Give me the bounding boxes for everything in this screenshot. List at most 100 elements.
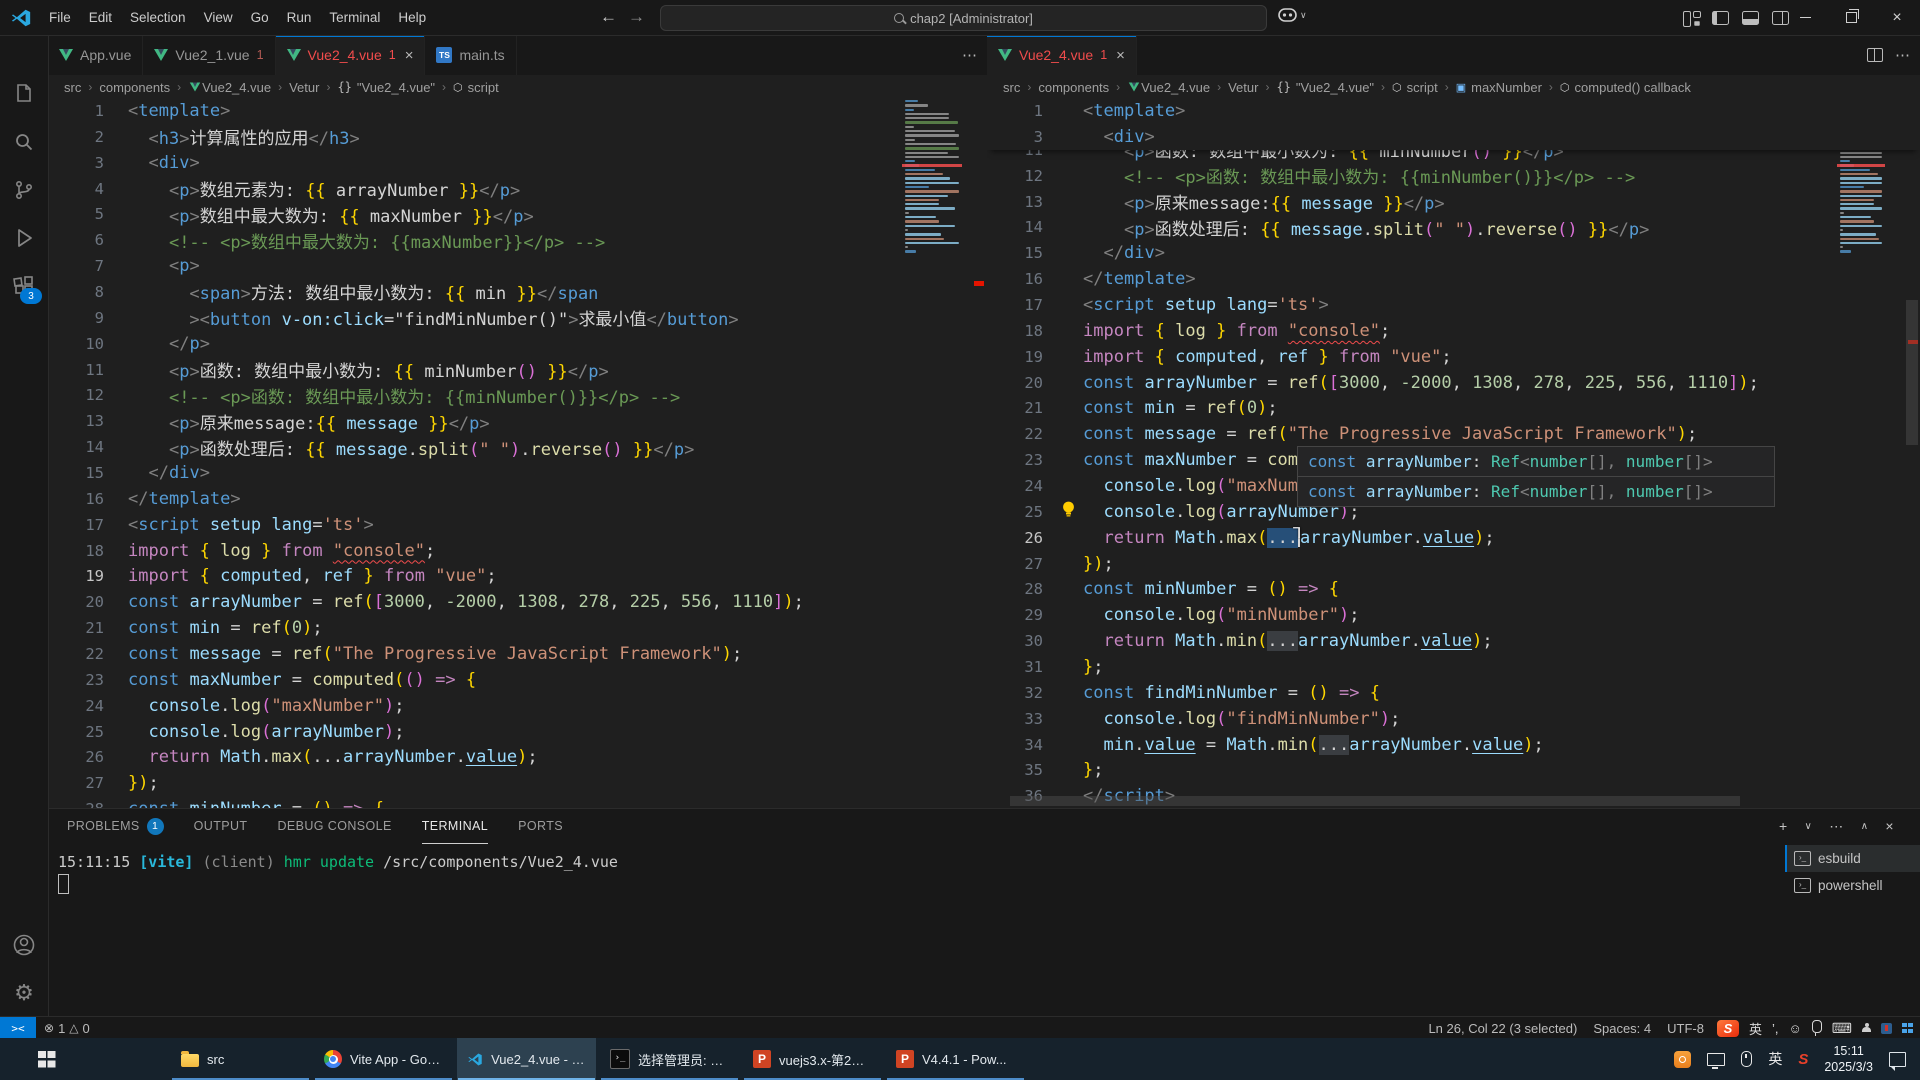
nav-back-icon[interactable]: ← (600, 0, 617, 35)
taskbar-button-Vue2_4-vue-cha-[interactable]: Vue2_4.vue - cha... (457, 1038, 596, 1080)
horizontal-scrollbar[interactable] (1010, 796, 1740, 806)
code-line[interactable]: 14 <p>函数处理后: {{ message.split(" ").rever… (987, 214, 1920, 240)
activity-source-control-icon[interactable] (0, 166, 48, 214)
code-line[interactable]: 20 const arrayNumber = ref([3000, -2000,… (48, 589, 987, 615)
tray-app-icon[interactable] (1674, 1051, 1691, 1068)
minimap[interactable] (902, 98, 962, 255)
tab-Vue2_4.vue[interactable]: Vue2_4.vue1× (987, 35, 1137, 75)
code-line[interactable]: 24 console.log("maxNumber"); (48, 693, 987, 719)
breadcrumb-item[interactable]: "Vue2_4.vue" (357, 80, 435, 95)
panel-tab-terminal[interactable]: TERMINAL (422, 809, 488, 844)
remote-indicator[interactable]: >< (0, 1017, 36, 1039)
customize-layout-icon[interactable] (1683, 11, 1699, 25)
start-button[interactable] (28, 1038, 83, 1080)
tab-Vue2_1.vue[interactable]: Vue2_1.vue1 (143, 35, 275, 75)
tray-network-icon[interactable] (1707, 1053, 1725, 1066)
code-line[interactable]: 21 const min = ref(0); (48, 615, 987, 641)
code-line[interactable]: 33 console.log("findMinNumber"); (987, 706, 1920, 732)
more-actions-icon[interactable]: ⋯ (962, 46, 977, 64)
menu-edit[interactable]: Edit (80, 0, 121, 35)
activity-extensions-icon[interactable]: 3 (0, 262, 48, 310)
breadcrumb-item[interactable]: Vetur (1228, 80, 1258, 95)
code-line[interactable]: 26 return Math.max(...arrayNumber.value)… (48, 744, 987, 770)
copilot-button[interactable]: ∨ (1278, 8, 1307, 22)
lightbulb-icon[interactable] (1061, 500, 1076, 519)
ime-punctuation-icon[interactable]: ’, (1772, 1021, 1779, 1036)
code-line[interactable]: 14 <p>函数处理后: {{ message.split(" ").rever… (48, 434, 987, 460)
problems-status[interactable]: ⊗ 1 △ 0 (36, 1021, 98, 1036)
code-line[interactable]: 23 const maxNumber = computed(() => { (48, 667, 987, 693)
activity-search-icon[interactable] (0, 118, 48, 166)
code-line[interactable]: 18 import { log } from "console"; (987, 318, 1920, 344)
nav-forward-icon[interactable]: → (628, 0, 645, 35)
code-line[interactable]: 29 console.log("minNumber"); (987, 602, 1920, 628)
code-line[interactable]: 17 <script setup lang='ts'> (48, 512, 987, 538)
breadcrumb-item[interactable]: src (64, 80, 81, 95)
code-line[interactable]: 32 const findMinNumber = () => { (987, 680, 1920, 706)
code-line[interactable]: 13 <p>原来message:{{ message }}</p> (987, 189, 1920, 215)
code-line[interactable]: 2 <h3>计算属性的应用</h3> (48, 124, 987, 150)
menu-terminal[interactable]: Terminal (320, 0, 389, 35)
code-line[interactable]: 25 console.log(arrayNumber); (48, 719, 987, 745)
activity-account-icon[interactable] (0, 921, 48, 969)
menu-run[interactable]: Run (278, 0, 321, 35)
code-line[interactable]: 28 const minNumber = () => { (987, 576, 1920, 602)
code-line[interactable]: 15 </div> (48, 460, 987, 486)
tray-mouse-icon[interactable] (1741, 1051, 1752, 1067)
code-line[interactable]: 12 <!-- <p>函数: 数组中最小数为: {{minNumber()}}<… (48, 382, 987, 408)
ime-emoji-icon[interactable]: ☺ (1789, 1021, 1802, 1036)
breadcrumb-item[interactable]: Vetur (289, 80, 319, 95)
code-line[interactable]: 3 <div> (48, 150, 987, 176)
ime-mic-icon[interactable] (1812, 1020, 1822, 1036)
new-terminal-icon[interactable]: + (1779, 818, 1788, 834)
encoding-status[interactable]: UTF-8 (1659, 1021, 1712, 1036)
ime-account-icon[interactable] (1862, 1023, 1871, 1034)
menu-selection[interactable]: Selection (121, 0, 195, 35)
taskbar-button-选择管理员-C-Wi-[interactable]: ›_选择管理员: C:\Wi... (600, 1038, 739, 1080)
breadcrumb-left[interactable]: src›components›Vue2_4.vue›Vetur›{}"Vue2_… (48, 76, 987, 98)
code-line[interactable]: 19 import { computed, ref } from "vue"; (987, 344, 1920, 370)
code-line[interactable]: 22 const message = ref("The Progressive … (48, 641, 987, 667)
breadcrumb-item[interactable]: script (468, 80, 499, 95)
activity-settings-gear-icon[interactable]: ⚙ (0, 969, 48, 1017)
more-actions-icon[interactable]: ⋯ (1895, 46, 1910, 64)
ime-lang-indicator[interactable]: 英 (1749, 1019, 1762, 1038)
more-actions-icon[interactable]: ⋯ (1829, 818, 1843, 835)
code-line[interactable]: 9 ><button v-on:click="findMinNumber()">… (48, 305, 987, 331)
code-line[interactable]: 22 const message = ref("The Progressive … (987, 421, 1920, 447)
breadcrumb-item[interactable]: components (99, 80, 170, 95)
code-line[interactable]: 12 <!-- <p>函数: 数组中最小数为: {{minNumber()}}<… (987, 163, 1920, 189)
breadcrumb-item[interactable]: Vue2_4.vue (202, 80, 271, 95)
breadcrumb-item[interactable]: computed() callback (1575, 80, 1691, 95)
sogou-ime-icon[interactable]: S (1717, 1020, 1739, 1037)
tab-main.ts[interactable]: TSmain.ts (425, 35, 516, 75)
tray-sogou-icon[interactable]: S (1798, 1051, 1808, 1068)
code-line[interactable]: 18 import { log } from "console"; (48, 538, 987, 564)
taskbar-button-V4-4-1-Pow-[interactable]: PV4.4.1 - Pow... (886, 1038, 1025, 1080)
toggle-panel-icon[interactable] (1742, 11, 1759, 25)
code-line[interactable]: 7 <p> (48, 253, 987, 279)
code-line[interactable]: 1 <template> (48, 98, 987, 124)
panel-tab-problems[interactable]: PROBLEMS 1 (67, 809, 164, 843)
breadcrumb-right[interactable]: src›components›Vue2_4.vue›Vetur›{}"Vue2_… (987, 76, 1920, 98)
panel-tab-output[interactable]: OUTPUT (194, 809, 248, 843)
code-line[interactable]: 13 <p>原来message:{{ message }}</p> (48, 408, 987, 434)
breadcrumb-item[interactable]: script (1407, 80, 1438, 95)
code-line[interactable]: 30 return Math.min(...arrayNumber.value)… (987, 628, 1920, 654)
tray-ime-lang[interactable]: 英 (1768, 1049, 1782, 1069)
terminal-instance-esbuild[interactable]: ›_ esbuild (1785, 845, 1920, 872)
code-line[interactable]: 26 return Math.max(...arrayNumber.value)… (987, 525, 1920, 551)
toggle-sidebar-icon[interactable] (1712, 11, 1729, 25)
code-line[interactable]: 16 </template> (987, 266, 1920, 292)
code-line[interactable]: 17 <script setup lang='ts'> (987, 292, 1920, 318)
code-line[interactable]: 21 const min = ref(0); (987, 395, 1920, 421)
ime-skin-icon[interactable] (1881, 1023, 1892, 1034)
code-line[interactable]: 8 <span>方法: 数组中最小数为: {{ min }}</span (48, 279, 987, 305)
taskbar-clock[interactable]: 15:112025/3/3 (1824, 1043, 1873, 1076)
breadcrumb-item[interactable]: src (1003, 80, 1020, 95)
code-line[interactable]: 34 min.value = Math.min(...arrayNumber.v… (987, 732, 1920, 758)
breadcrumb-item[interactable]: Vue2_4.vue (1141, 80, 1210, 95)
code-line[interactable]: 5 <p>数组中最大数为: {{ maxNumber }}</p> (48, 201, 987, 227)
restore-button[interactable] (1828, 0, 1874, 35)
code-line[interactable]: 31 }; (987, 654, 1920, 680)
